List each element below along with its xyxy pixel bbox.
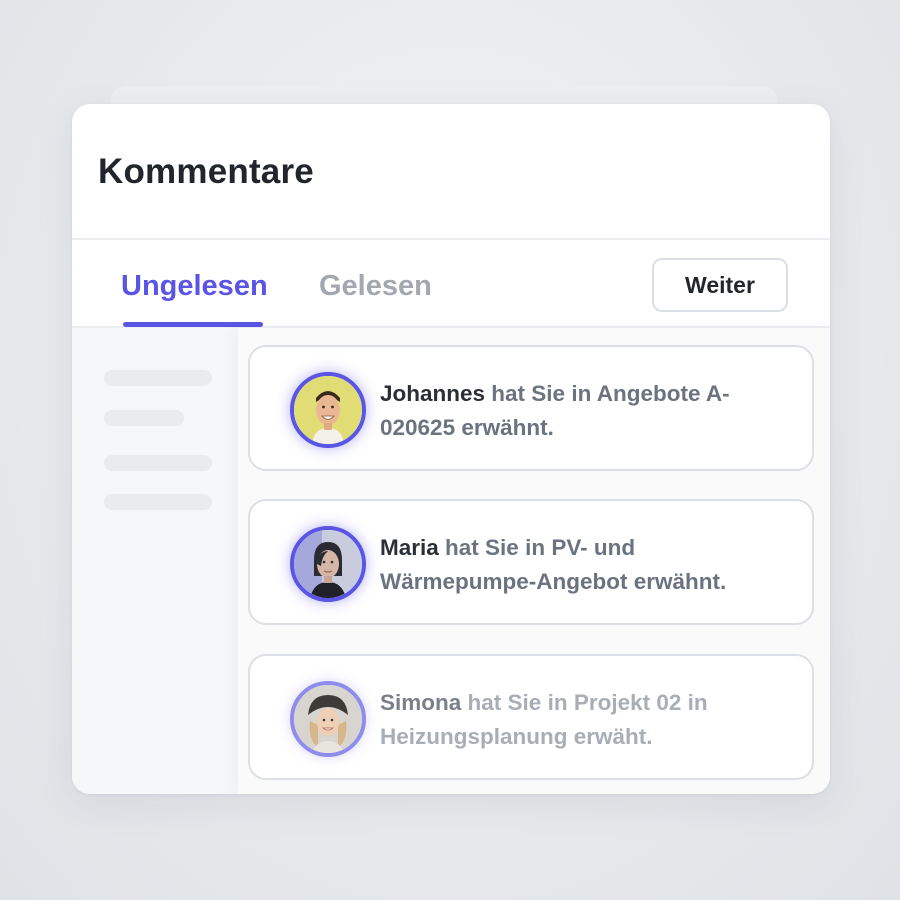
panel-header: Kommentare (72, 104, 830, 240)
skeleton-line (104, 410, 184, 426)
avatar (290, 681, 366, 757)
active-tab-indicator (123, 322, 263, 327)
notification-card[interactable]: Johannes hat Sie in Angebote A-020625 er… (248, 345, 814, 471)
skeleton-line (104, 494, 212, 510)
tab-unread[interactable]: Ungelesen (121, 270, 268, 303)
notification-text: Johannes hat Sie in Angebote A-020625 er… (380, 377, 780, 445)
tabs-bar: Ungelesen Gelesen Weiter (72, 240, 830, 328)
tab-read[interactable]: Gelesen (319, 270, 432, 303)
notification-card[interactable]: Simona hat Sie in Projekt 02 in Heizungs… (248, 654, 814, 780)
comments-panel: Kommentare Ungelesen Gelesen Weiter Joha… (72, 104, 830, 794)
notification-text: Simona hat Sie in Projekt 02 in Heizungs… (380, 686, 780, 754)
avatar-photo-maria (294, 530, 362, 598)
notification-author: Simona (380, 690, 462, 715)
notification-card[interactable]: Maria hat Sie in PV- und Wärmepumpe-Ange… (248, 499, 814, 625)
skeleton-line (104, 455, 212, 471)
next-button[interactable]: Weiter (652, 258, 788, 312)
avatar (290, 526, 366, 602)
notification-author: Maria (380, 535, 439, 560)
skeleton-line (104, 370, 212, 386)
avatar (290, 372, 366, 448)
notification-list: Johannes hat Sie in Angebote A-020625 er… (238, 328, 830, 794)
sidebar-placeholder (72, 328, 238, 794)
avatar-photo-johannes (294, 376, 362, 444)
page-title: Kommentare (98, 152, 314, 191)
avatar-photo-simona (294, 685, 362, 753)
notification-author: Johannes (380, 381, 486, 406)
notification-text: Maria hat Sie in PV- und Wärmepumpe-Ange… (380, 531, 780, 599)
